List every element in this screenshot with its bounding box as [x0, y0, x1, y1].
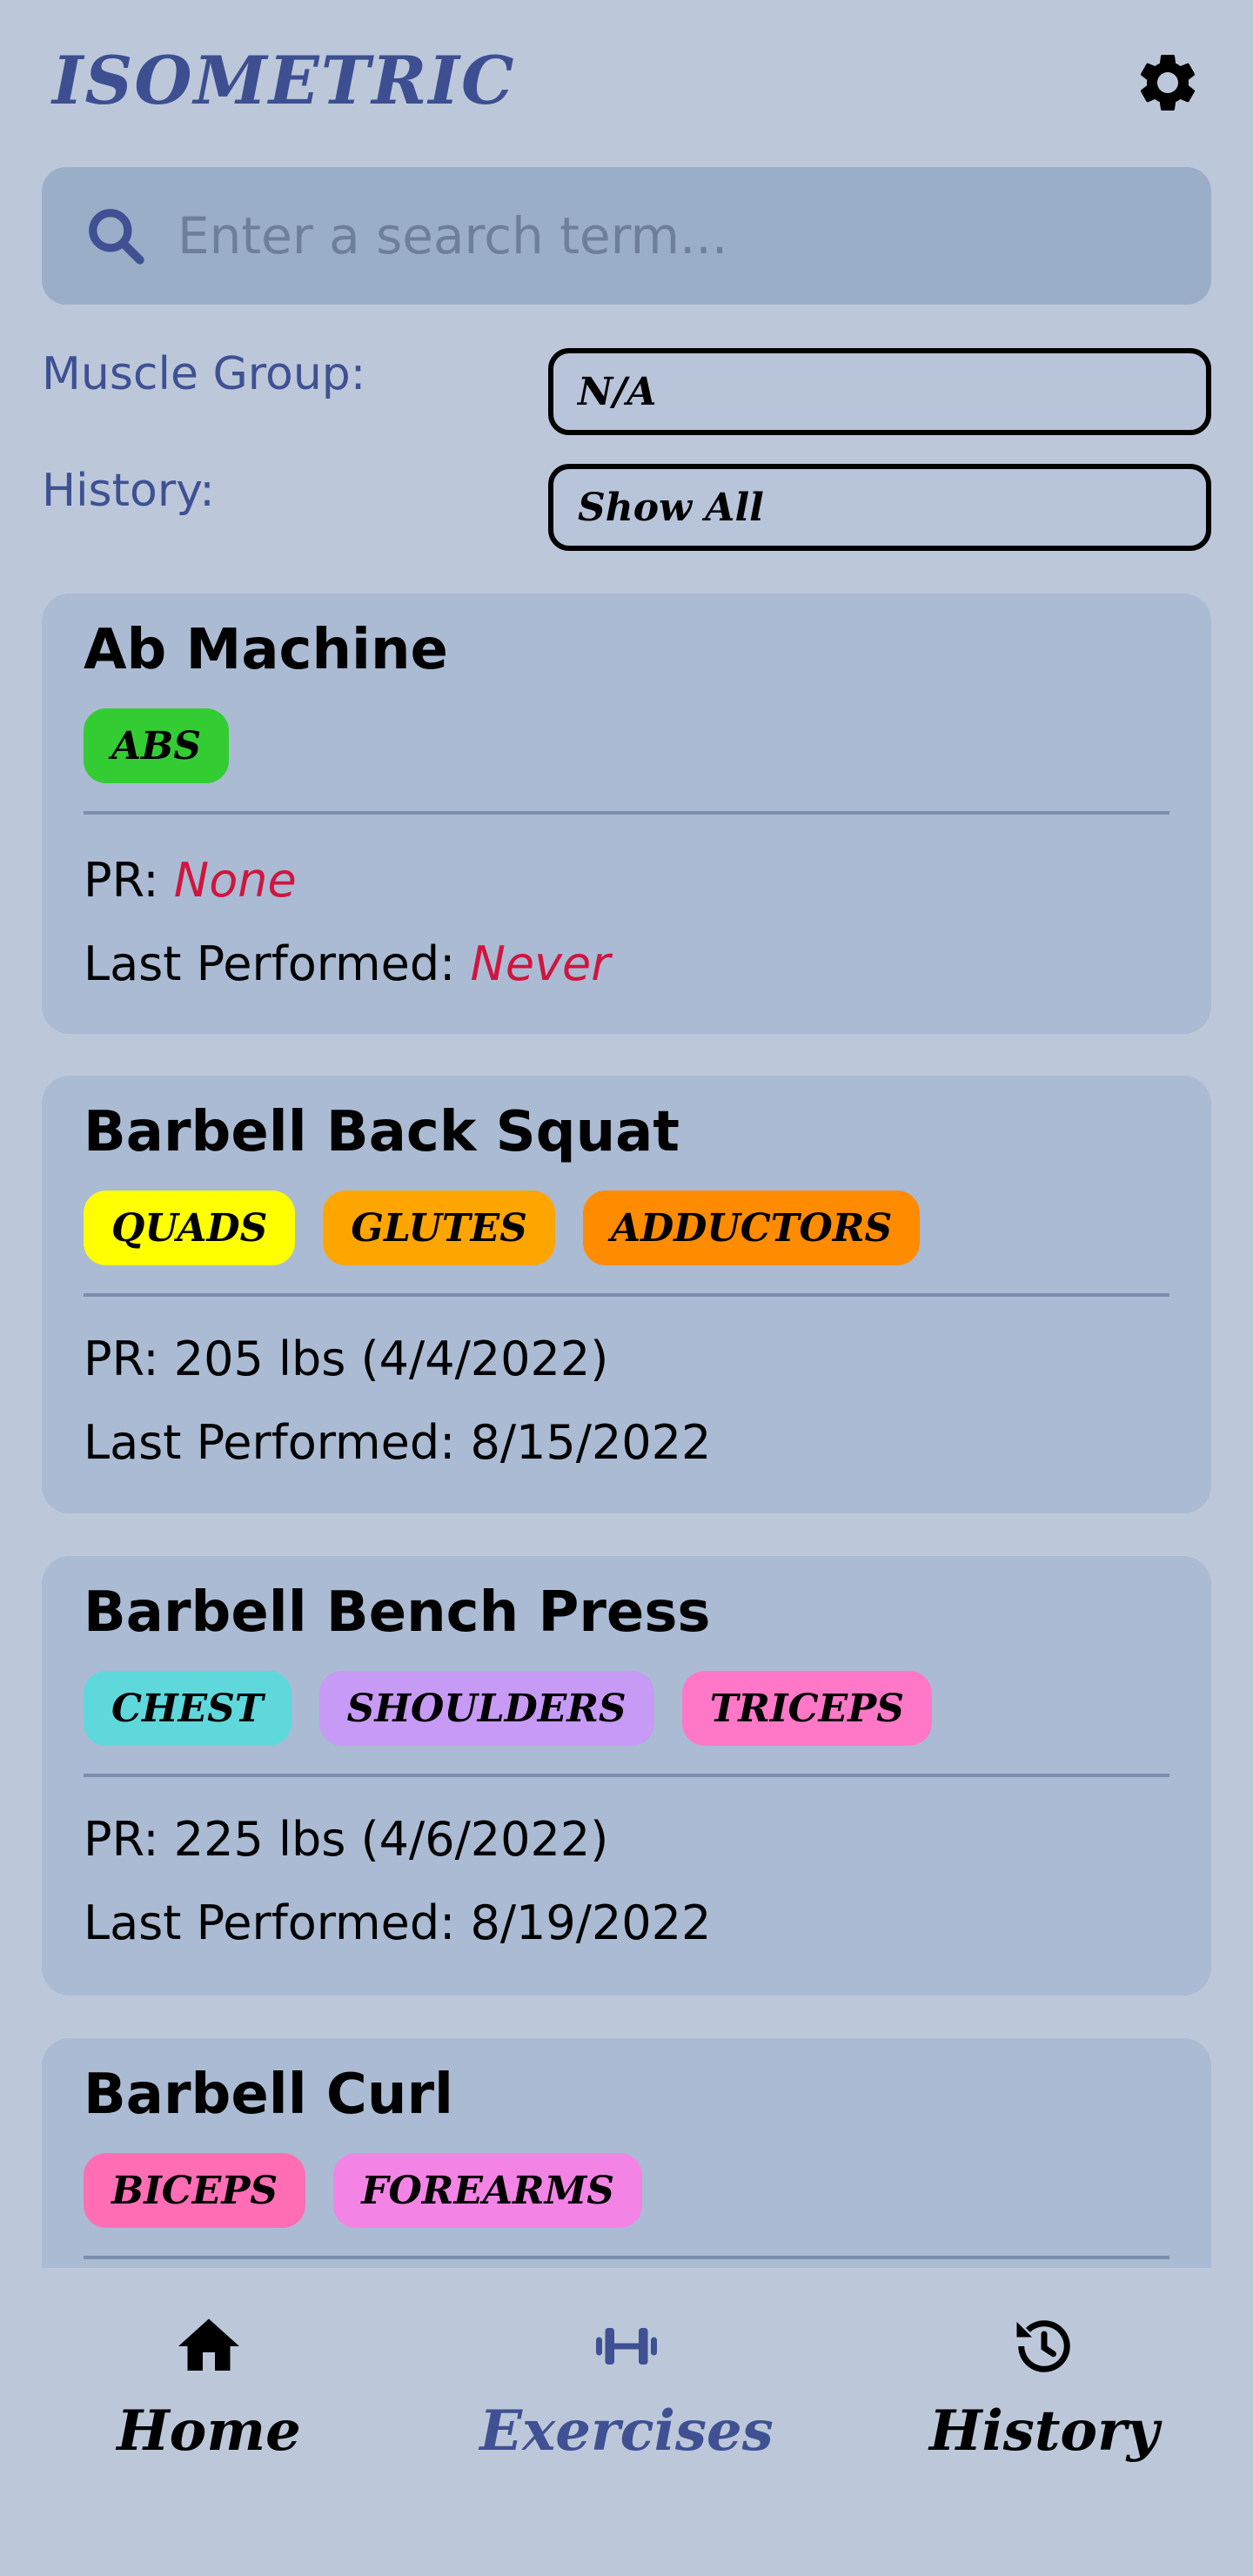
exercise-title: Ab Machine [84, 618, 448, 682]
exercise-card[interactable]: Barbell Back Squat Quads Glutes Adductor… [42, 1076, 1211, 1513]
exercise-card[interactable]: Barbell Bench Press Chest Shoulders Tric… [42, 1556, 1211, 1996]
last-performed-line: Last Performed: 8/15/2022 [84, 1415, 711, 1470]
pr-line: PR: 225 lbs (4/6/2022) [84, 1812, 608, 1867]
bottom-nav: Home Exercises History [0, 2268, 1253, 2576]
last-performed-line: Last Performed: Never [84, 936, 610, 991]
pr-label: PR: [84, 1332, 159, 1386]
settings-gear-icon[interactable] [1133, 48, 1203, 117]
pr-label: PR: [84, 1812, 159, 1867]
search-icon [89, 209, 144, 265]
muscle-tag: Triceps [681, 1671, 932, 1746]
muscle-tags: Biceps Forearms [84, 2153, 643, 2228]
muscle-tag: Adductors [582, 1191, 921, 1265]
last-performed-label: Last Performed: [84, 936, 456, 991]
muscle-tag: Glutes [323, 1191, 555, 1265]
pr-value: 205 lbs (4/4/2022) [173, 1332, 609, 1386]
last-performed-label: Last Performed: [84, 1415, 456, 1470]
exercise-title: Barbell Bench Press [84, 1580, 711, 1645]
exercise-card[interactable]: Ab Machine Abs PR: None Last Performed: … [42, 594, 1211, 1034]
history-icon [1016, 2320, 1070, 2372]
app-header: Isometric [0, 0, 1253, 165]
muscle-tag: Quads [84, 1191, 296, 1265]
home-icon [178, 2318, 239, 2371]
app-title: Isometric [52, 42, 516, 119]
pr-label: PR: [84, 853, 159, 908]
muscle-tag: Chest [84, 1671, 291, 1746]
muscle-tag: Forearms [333, 2153, 643, 2228]
nav-history-label: History [929, 2398, 1159, 2464]
nav-exercises-label: Exercises [479, 2398, 774, 2464]
muscle-tags: Quads Glutes Adductors [84, 1191, 921, 1265]
search-input[interactable] [178, 193, 1178, 278]
muscle-group-label: Muscle Group: [42, 348, 366, 400]
muscle-tag: Shoulders [318, 1671, 654, 1746]
muscle-group-select[interactable]: N/A [548, 348, 1211, 435]
last-performed-label: Last Performed: [84, 1895, 456, 1950]
pr-value: None [173, 853, 297, 908]
nav-exercises[interactable]: Exercises [452, 2310, 801, 2464]
exercise-title: Barbell Curl [84, 2063, 453, 2127]
card-divider [84, 1293, 1169, 1297]
pr-line: PR: None [84, 853, 297, 908]
last-performed-value: 8/15/2022 [470, 1415, 712, 1470]
last-performed-line: Last Performed: 8/19/2022 [84, 1895, 711, 1950]
card-divider [84, 1774, 1169, 1777]
nav-home-label: Home [117, 2398, 301, 2464]
history-value: Show All [578, 485, 764, 530]
muscle-group-value: N/A [578, 369, 657, 414]
pr-line: PR: 205 lbs (4/4/2022) [84, 1332, 608, 1386]
exercise-title: Barbell Back Squat [84, 1100, 680, 1164]
pr-value: 225 lbs (4/6/2022) [173, 1812, 609, 1867]
card-divider [84, 2256, 1169, 2259]
history-label: History: [42, 465, 215, 517]
card-divider [84, 811, 1169, 815]
last-performed-value: Never [470, 936, 611, 991]
last-performed-value: 8/19/2022 [470, 1895, 712, 1950]
muscle-tags: Abs [84, 708, 230, 783]
history-select[interactable]: Show All [548, 464, 1211, 551]
muscle-tags: Chest Shoulders Triceps [84, 1671, 932, 1746]
nav-history[interactable]: History [870, 2310, 1218, 2464]
muscle-tag: Biceps [84, 2153, 306, 2228]
search-bar[interactable] [42, 167, 1211, 305]
dumbbell-icon [596, 2328, 657, 2365]
nav-home[interactable]: Home [35, 2310, 383, 2464]
muscle-tag: Abs [84, 708, 230, 783]
